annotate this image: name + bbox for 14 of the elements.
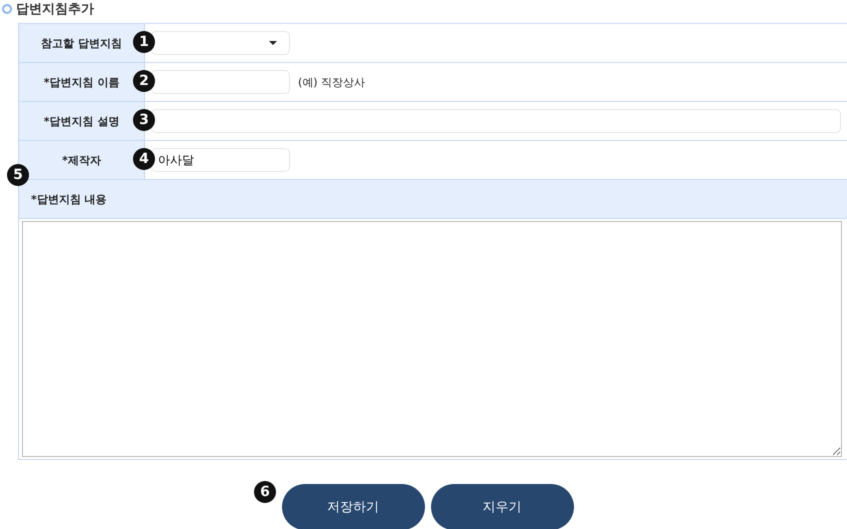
number-badge: 5 [7, 164, 29, 186]
action-button[interactable]: 저장하기 [282, 484, 424, 529]
number-badge: 6 [254, 481, 276, 503]
dropdown[interactable] [151, 31, 290, 55]
hint-text: (예) 직장상사 [298, 74, 366, 90]
input-field[interactable]: 아사달 [151, 148, 290, 172]
caret-icon [269, 41, 277, 45]
input-field[interactable] [151, 109, 841, 133]
field-label: *답변지침 내용 [31, 192, 107, 206]
section-title: 답변지침추가 [16, 1, 94, 18]
input-field[interactable] [151, 70, 290, 94]
ring-icon [2, 4, 12, 14]
action-button[interactable]: 지우기 [430, 484, 574, 529]
content-textarea[interactable] [22, 221, 842, 457]
